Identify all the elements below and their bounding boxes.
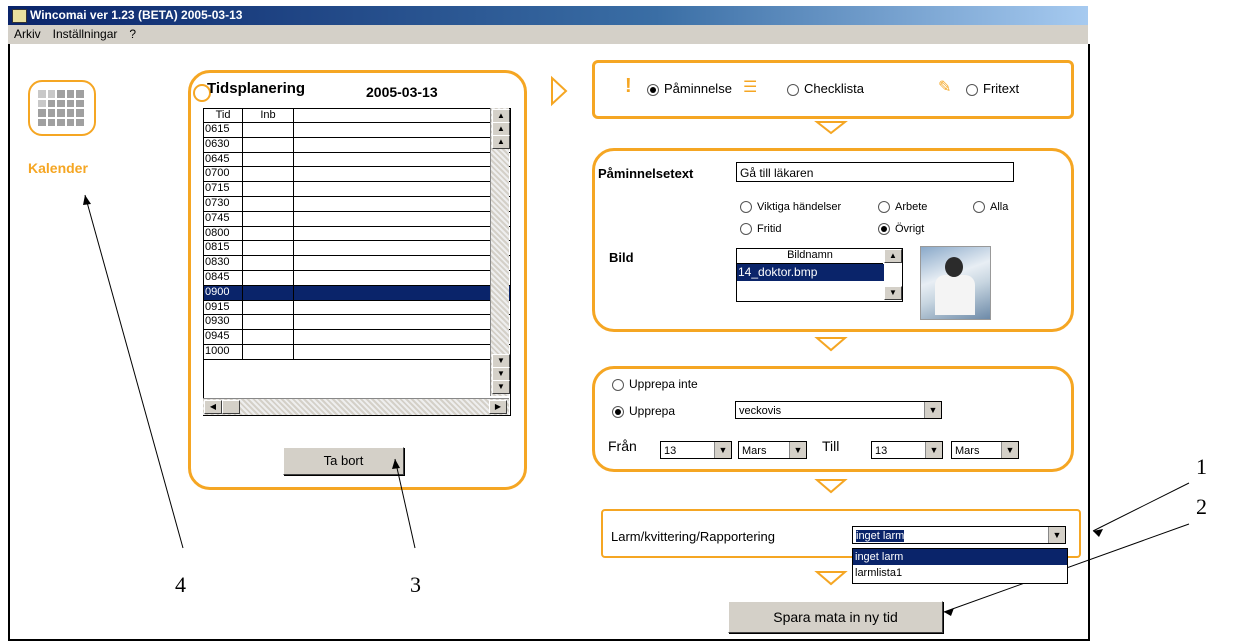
to-label: Till (822, 438, 840, 454)
down-arrow-icon (814, 121, 848, 135)
scroll-up-icon[interactable]: ▲ (884, 249, 902, 263)
alarm-option[interactable]: inget larm (853, 549, 1067, 565)
annotation-1: 1 (1196, 454, 1207, 479)
radio-fritext[interactable]: Fritext (966, 81, 1019, 96)
alarm-dropdown[interactable]: inget larm larmlista1 (852, 548, 1068, 584)
radio-fritid[interactable]: Fritid (740, 223, 781, 236)
radio-alla[interactable]: Alla (973, 201, 1008, 214)
doctor-image (920, 246, 991, 320)
alarm-label: Larm/kvittering/Rapportering (611, 529, 776, 544)
alarm-select[interactable]: inget larm ▼ (852, 526, 1066, 544)
down-arrow-icon (814, 479, 848, 494)
annotation-line-1 (1092, 482, 1190, 532)
annotation-2: 2 (1196, 494, 1207, 519)
frequency-select[interactable]: veckovis ▼ (735, 401, 942, 419)
image-list[interactable]: Bildnamn 14_doktor.bmp ▲ ▼ (736, 248, 903, 302)
radio-icon[interactable] (878, 223, 890, 236)
type-panel: ! Påminnelse ☰ Checklista ✎ Fritext (592, 60, 1074, 119)
save-button[interactable]: Spara mata in ny tid (728, 601, 943, 633)
chevron-down-icon[interactable]: ▼ (925, 442, 942, 458)
pencil-icon: ✎ (938, 79, 952, 96)
from-month-select[interactable]: Mars ▼ (738, 441, 807, 459)
image-list-header: Bildnamn (737, 249, 883, 264)
chevron-down-icon[interactable]: ▼ (924, 402, 941, 418)
down-arrow-icon (814, 571, 848, 586)
chevron-down-icon[interactable]: ▼ (714, 442, 731, 458)
alarm-option[interactable]: larmlista1 (853, 565, 1067, 581)
image-label: Bild (609, 250, 634, 265)
radio-ovrigt[interactable]: Övrigt (878, 223, 924, 236)
radio-icon[interactable] (787, 83, 799, 96)
radio-icon[interactable] (973, 201, 985, 214)
down-arrow-icon (814, 337, 848, 352)
radio-paminnelse[interactable]: Påminnelse (647, 81, 732, 96)
radio-viktiga[interactable]: Viktiga händelser (740, 201, 841, 214)
chevron-down-icon[interactable]: ▼ (1048, 527, 1065, 543)
image-list-item[interactable]: 14_doktor.bmp (737, 264, 884, 281)
annotation-3: 3 (410, 572, 421, 597)
radio-checklista[interactable]: Checklista (787, 81, 864, 96)
exclamation-icon: ! (625, 75, 632, 97)
radio-icon[interactable] (878, 201, 890, 214)
reminder-input[interactable]: Gå till läkaren (736, 162, 1014, 182)
checklist-icon: ☰ (743, 79, 758, 96)
radio-icon[interactable] (612, 405, 624, 418)
radio-arbete[interactable]: Arbete (878, 201, 927, 214)
annotation-line-3 (394, 458, 416, 549)
from-label: Från (608, 438, 637, 454)
radio-icon[interactable] (740, 223, 752, 236)
chevron-down-icon[interactable]: ▼ (789, 442, 806, 458)
chevron-down-icon[interactable]: ▼ (1001, 442, 1018, 458)
annotation-line-4 (84, 194, 184, 549)
radio-icon[interactable] (647, 83, 659, 96)
radio-upprepa[interactable]: Upprepa (612, 404, 675, 418)
radio-upprepa-inte[interactable]: Upprepa inte (612, 377, 698, 391)
radio-icon[interactable] (740, 201, 752, 214)
next-arrow-icon (551, 75, 568, 107)
radio-icon[interactable] (966, 83, 978, 96)
to-day-select[interactable]: 13 ▼ (871, 441, 943, 459)
annotation-4: 4 (175, 572, 186, 597)
radio-icon[interactable] (612, 378, 624, 391)
scroll-down-icon[interactable]: ▼ (884, 286, 902, 300)
to-month-select[interactable]: Mars ▼ (951, 441, 1019, 459)
reminder-label: Påminnelsetext (598, 166, 694, 181)
from-day-select[interactable]: 13 ▼ (660, 441, 732, 459)
